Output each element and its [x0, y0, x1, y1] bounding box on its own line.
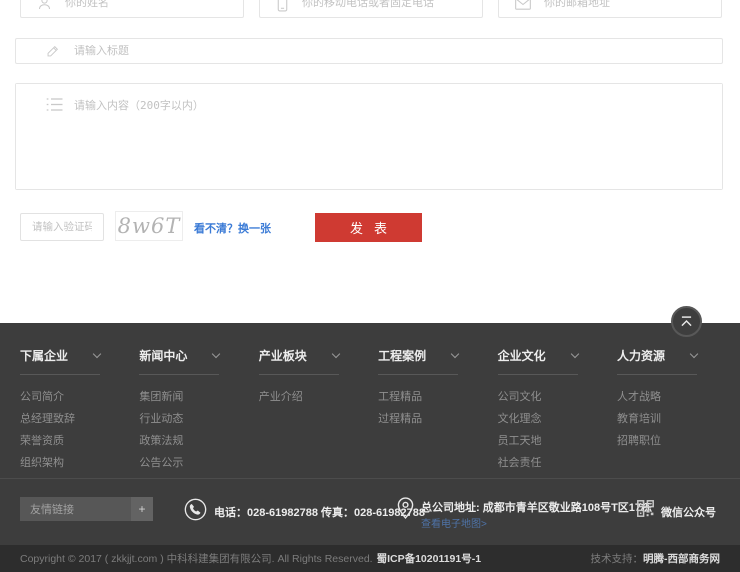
- plus-icon: +: [131, 497, 153, 521]
- footer-column-subsidiaries: 下属企业 公司简介 总经理致辞 荣誉资质 组织架构 下属企业: [20, 347, 100, 496]
- captcha-input[interactable]: [20, 213, 104, 241]
- footer-nav-link[interactable]: 招聘职位: [617, 430, 697, 452]
- footer-nav-link[interactable]: 公告公示: [139, 452, 219, 474]
- footer-column-title-label: 产业板块: [259, 347, 307, 364]
- footer-nav: 下属企业 公司简介 总经理致辞 荣誉资质 组织架构 下属企业 新闻中心 集团新: [0, 323, 740, 478]
- footer-nav-link[interactable]: 荣誉资质: [20, 430, 100, 452]
- footer-column-culture: 企业文化 公司文化 文化理念 员工天地 社会责任: [498, 347, 578, 496]
- footer-nav-link[interactable]: 人才战略: [617, 386, 697, 408]
- footer-column-title[interactable]: 工程案例: [378, 347, 458, 375]
- chevron-down-icon: [93, 349, 101, 357]
- footer-nav-link[interactable]: 产业介绍: [259, 386, 339, 408]
- chevron-down-icon: [332, 349, 340, 357]
- tech-support-link[interactable]: 明腾-西部商务网: [643, 553, 720, 565]
- phone-field: [259, 0, 483, 18]
- wechat-label: 微信公众号: [661, 504, 716, 520]
- footer-nav-link[interactable]: 社会责任: [498, 452, 578, 474]
- refresh-captcha-link[interactable]: 看不清？换一张: [194, 220, 271, 236]
- footer-nav-link[interactable]: 教育培训: [617, 408, 697, 430]
- footer-column-title[interactable]: 产业板块: [259, 347, 339, 375]
- content-textarea[interactable]: [16, 84, 722, 189]
- footer-column-title[interactable]: 人力资源: [617, 347, 697, 375]
- tech-support-prefix: 技术支持：: [591, 553, 644, 565]
- content-field: [15, 83, 723, 190]
- footer-column-projects: 工程案例 工程精品 过程精品: [378, 347, 458, 496]
- map-pin-icon: [397, 496, 414, 520]
- footer-nav-link[interactable]: 过程精品: [378, 408, 458, 430]
- qr-code-icon: [637, 500, 654, 517]
- chevron-down-icon: [570, 349, 578, 357]
- phone-number-text: 电话：028-61982788 传真：028-61982788: [214, 504, 425, 520]
- list-icon: [46, 98, 63, 111]
- name-input[interactable]: [65, 0, 243, 9]
- footer-nav-link[interactable]: 组织架构: [20, 452, 100, 474]
- footer-nav-link[interactable]: 公司简介: [20, 386, 100, 408]
- footer-column-title[interactable]: 企业文化: [498, 347, 578, 375]
- pencil-icon: [46, 44, 60, 58]
- contact-fields-row: [20, 0, 722, 18]
- phone-input[interactable]: [302, 0, 482, 9]
- footer-nav-link[interactable]: 工程精品: [378, 386, 458, 408]
- copyright-text: Copyright © 2017 ( zkkjjt.com ) 中科科建集团有限…: [20, 553, 373, 565]
- footer-column-news: 新闻中心 集团新闻 行业动态 政策法规 公告公示: [139, 347, 219, 496]
- footer-nav-link[interactable]: 行业动态: [139, 408, 219, 430]
- footer-column-title-label: 企业文化: [498, 347, 546, 364]
- footer-nav-link[interactable]: 公司文化: [498, 386, 578, 408]
- view-map-link[interactable]: 查看电子地图>: [421, 515, 487, 530]
- footer-column-title-label: 下属企业: [20, 347, 68, 364]
- footer-column-title-label: 新闻中心: [139, 347, 187, 364]
- arrow-up-to-line-icon: [680, 316, 693, 327]
- address-text: 总公司地址: 成都市青羊区敬业路108号T区17栋: [421, 499, 652, 515]
- chevron-down-icon: [690, 349, 698, 357]
- footer-column-title-label: 工程案例: [378, 347, 426, 364]
- footer-nav-columns: 下属企业 公司简介 总经理致辞 荣誉资质 组织架构 下属企业 新闻中心 集团新: [20, 347, 697, 496]
- envelope-icon: [515, 0, 531, 10]
- tech-support-group: 技术支持：明腾-西部商务网: [591, 551, 721, 566]
- footer-column-title[interactable]: 下属企业: [20, 347, 100, 375]
- footer-nav-link[interactable]: 文化理念: [498, 408, 578, 430]
- back-to-top-button[interactable]: [671, 306, 702, 337]
- footer-column-hr: 人力资源 人才战略 教育培训 招聘职位: [617, 347, 697, 496]
- footer-nav-link[interactable]: 政策法规: [139, 430, 219, 452]
- icp-license-link[interactable]: 蜀ICP备10201191号-1: [377, 553, 481, 565]
- captcha-image: 8w6T: [115, 211, 183, 241]
- chevron-down-icon: [451, 349, 459, 357]
- footer-nav-link[interactable]: 总经理致辞: [20, 408, 100, 430]
- footer-column-title-label: 人力资源: [617, 347, 665, 364]
- email-field: [498, 0, 722, 18]
- page: 8w6T 看不清？换一张 发表 下属企业 公司简介 总经理致辞 荣誉资质 组织架…: [0, 0, 740, 572]
- submit-button[interactable]: 发表: [315, 213, 422, 242]
- email-input[interactable]: [544, 0, 721, 9]
- chevron-down-icon: [212, 349, 220, 357]
- friendly-links-label: 友情链接: [20, 501, 131, 517]
- phone-icon: [184, 498, 207, 521]
- name-field: [20, 0, 244, 18]
- footer-nav-link[interactable]: 员工天地: [498, 430, 578, 452]
- footer-nav-link[interactable]: 集团新闻: [139, 386, 219, 408]
- user-icon: [37, 0, 52, 11]
- footer-column-industry: 产业板块 产业介绍: [259, 347, 339, 496]
- contact-strip: 友情链接 + 电话：028-61982788 传真：028-61982788 总…: [0, 478, 740, 545]
- friendly-links-select[interactable]: 友情链接 +: [20, 497, 153, 521]
- copyright-bar: Copyright © 2017 ( zkkjjt.com ) 中科科建集团有限…: [0, 545, 740, 572]
- copyright-text-group: Copyright © 2017 ( zkkjjt.com ) 中科科建集团有限…: [20, 551, 481, 566]
- footer-column-title[interactable]: 新闻中心: [139, 347, 219, 375]
- title-input[interactable]: [74, 45, 722, 57]
- title-field: [15, 38, 723, 64]
- mobile-phone-icon: [276, 0, 289, 12]
